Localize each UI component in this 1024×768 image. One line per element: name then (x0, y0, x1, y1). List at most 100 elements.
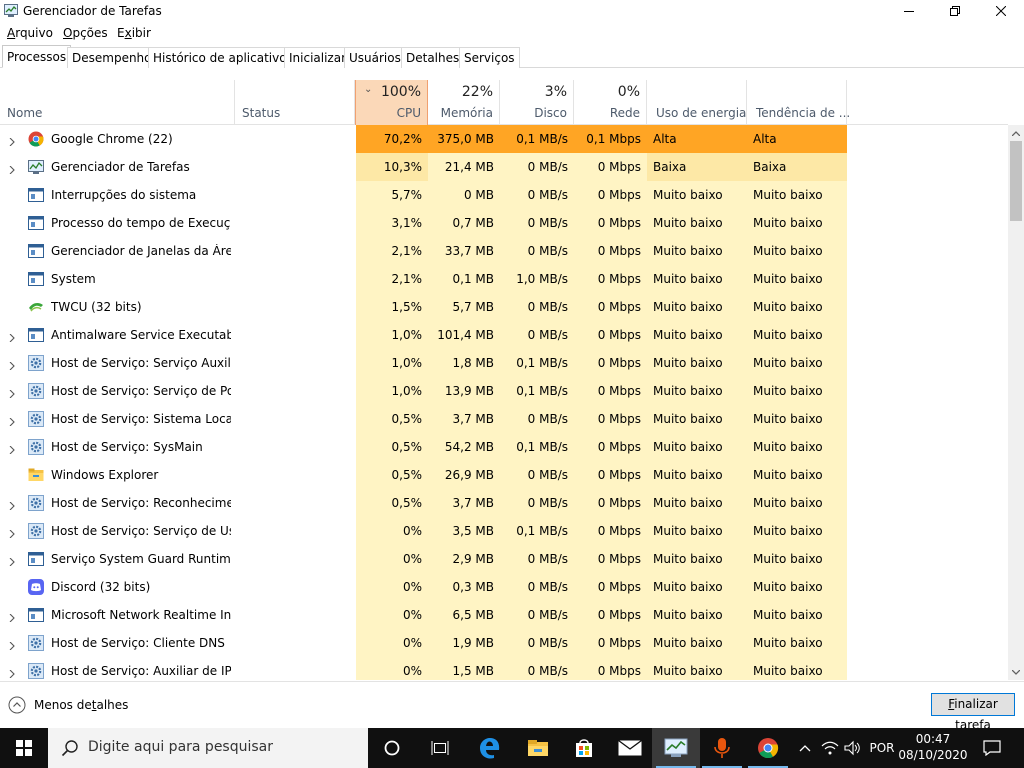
scroll-up-icon[interactable] (1008, 125, 1024, 141)
memory-cell: 2,9 MB (428, 545, 500, 573)
process-row[interactable]: Processo do tempo de Execuçã... 3,1% 0,7 M… (0, 209, 1008, 237)
column-status[interactable]: Status (235, 80, 355, 125)
process-row[interactable]: Host de Serviço: Sistema Local (... 0,5%3… (0, 405, 1008, 433)
maximize-button[interactable] (932, 0, 978, 22)
power-usage-cell: Muito baixo (647, 433, 747, 461)
chevron-right-icon[interactable] (9, 331, 15, 343)
tab-processes[interactable]: Processos (2, 45, 72, 68)
tab-startup[interactable]: Inicializar (284, 47, 352, 68)
start-button[interactable] (0, 728, 48, 768)
tab-details[interactable]: Detalhes (401, 47, 465, 68)
process-row[interactable]: Host de Serviço: Reconhecimen... 0,5%3,7 … (0, 489, 1008, 517)
memory-cell: 21,4 MB (428, 153, 500, 181)
less-details-link[interactable]: Menos detalhes (34, 698, 128, 712)
cpu-cell: 0,5% (356, 433, 428, 461)
folder-icon (28, 467, 44, 483)
scroll-thumb[interactable] (1010, 141, 1022, 221)
network-cell: 0 Mbps (574, 433, 647, 461)
vertical-scrollbar[interactable] (1008, 125, 1024, 680)
disk-cell: 0 MB/s (500, 237, 574, 265)
power-trend-cell: Muito baixo (747, 489, 847, 517)
chevron-right-icon[interactable] (9, 135, 15, 147)
task-view-button[interactable] (416, 728, 464, 768)
show-hidden-icons-button[interactable] (794, 728, 816, 768)
column-disk[interactable]: 3% Disco (500, 80, 574, 125)
edge-taskbar-button[interactable] (466, 728, 514, 768)
chevron-right-icon[interactable] (9, 163, 15, 175)
disk-cell: 0 MB/s (500, 629, 574, 657)
clock-time: 00:47 (915, 732, 951, 746)
network-cell: 0 Mbps (574, 461, 647, 489)
column-memory[interactable]: 22% Memória (428, 80, 500, 125)
column-power-usage[interactable]: Uso de energia (647, 80, 747, 125)
tab-services[interactable]: Serviços (459, 47, 520, 68)
process-row[interactable]: Windows Explorer 0,5% 26,9 MB 0 MB/s 0 Mbps M… (0, 461, 1008, 489)
column-cpu[interactable]: ⌄ 100% CPU (355, 80, 428, 125)
column-name[interactable]: Nome (0, 80, 235, 125)
store-taskbar-button[interactable] (560, 728, 608, 768)
taskbar-clock[interactable]: 00:47 08/10/2020 (898, 731, 968, 763)
menu-view[interactable]: Exibir (117, 26, 151, 40)
task-manager-taskbar-button[interactable] (652, 728, 700, 768)
power-trend-cell: Muito baixo (747, 237, 847, 265)
process-row[interactable]: Host de Serviço: Serviço Auxiliar... 1,0%… (0, 349, 1008, 377)
process-row[interactable]: Gerenciador de Tarefas 10,3% 21,4 MB 0 MB/s… (0, 153, 1008, 181)
process-row[interactable]: Host de Serviço: Cliente DNS 0% 1,9 MB 0 MB… (0, 629, 1008, 657)
memory-cell: 0,7 MB (428, 209, 500, 237)
chevron-right-icon[interactable] (9, 387, 15, 399)
mail-taskbar-button[interactable] (606, 728, 654, 768)
disk-cell: 0 MB/s (500, 461, 574, 489)
column-network[interactable]: 0% Rede (574, 80, 647, 125)
chevron-right-icon[interactable] (9, 639, 15, 651)
memory-cell: 3,7 MB (428, 489, 500, 517)
process-row[interactable]: Google Chrome (22) 70,2% 375,0 MB 0,1 MB/s 0… (0, 125, 1008, 153)
chevron-up-circle-icon[interactable] (8, 696, 26, 714)
chevron-right-icon[interactable] (9, 667, 15, 679)
process-row[interactable]: Gerenciador de Janelas da Área ... 2,1%33… (0, 237, 1008, 265)
process-row[interactable]: Microsoft Network Realtime Ins... 0% 6,5 M… (0, 601, 1008, 629)
gear-icon (28, 523, 44, 539)
voice-recorder-taskbar-button[interactable] (698, 728, 746, 768)
power-usage-cell: Muito baixo (647, 349, 747, 377)
chevron-right-icon[interactable] (9, 443, 15, 455)
action-center-button[interactable] (975, 728, 1009, 768)
chevron-right-icon[interactable] (9, 611, 15, 623)
process-row[interactable]: Serviço System Guard Runtime ... 0%2,9 MB… (0, 545, 1008, 573)
chevron-right-icon[interactable] (9, 415, 15, 427)
network-tray-button[interactable] (818, 728, 842, 768)
tab-app-history[interactable]: Histórico de aplicativos (148, 47, 298, 68)
menu-file[interactable]: Arquivo (7, 26, 53, 40)
scroll-down-icon[interactable] (1008, 664, 1024, 680)
disk-cell: 0,1 MB/s (500, 125, 574, 153)
chrome-taskbar-button[interactable] (744, 728, 792, 768)
chevron-right-icon[interactable] (9, 499, 15, 511)
sort-down-icon: ⌄ (364, 84, 373, 95)
process-row[interactable]: Host de Serviço: Serviço de Polít... 1,0%… (0, 377, 1008, 405)
taskbar-search-box[interactable]: Digite aqui para pesquisar (48, 728, 368, 768)
close-button[interactable] (978, 0, 1024, 22)
chevron-right-icon[interactable] (9, 527, 15, 539)
disk-cell: 0,1 MB/s (500, 517, 574, 545)
process-row[interactable]: Antimalware Service Executable 1,0% 101,4 … (0, 321, 1008, 349)
column-power-trend[interactable]: Tendência de ... (747, 80, 850, 125)
process-row[interactable]: TWCU (32 bits) 1,5% 5,7 MB 0 MB/s 0 Mbps Muit… (0, 293, 1008, 321)
process-row[interactable]: Discord (32 bits) 0% 0,3 MB 0 MB/s 0 Mbps Mui… (0, 573, 1008, 601)
end-task-button[interactable]: Finalizar tarefa (931, 693, 1015, 732)
file-explorer-taskbar-button[interactable] (514, 728, 562, 768)
process-row[interactable]: Host de Serviço: Auxiliar de IP 0% 1,5 MB 0… (0, 657, 1008, 680)
power-usage-cell: Muito baixo (647, 237, 747, 265)
process-row[interactable]: System 2,1% 0,1 MB 1,0 MB/s 0 Mbps Muito baix… (0, 265, 1008, 293)
volume-tray-button[interactable] (842, 728, 864, 768)
cortana-button[interactable] (368, 728, 416, 768)
chevron-right-icon[interactable] (9, 555, 15, 567)
chevron-right-icon[interactable] (9, 359, 15, 371)
tab-users[interactable]: Usuários (344, 47, 406, 68)
tab-performance[interactable]: Desempenho (67, 47, 157, 68)
process-row[interactable]: Host de Serviço: SysMain 0,5% 54,2 MB 0,1 M… (0, 433, 1008, 461)
window-title: Gerenciador de Tarefas (23, 4, 162, 18)
language-indicator[interactable]: POR (866, 728, 898, 768)
menu-options[interactable]: Opções (63, 26, 108, 40)
minimize-button[interactable] (886, 0, 932, 22)
process-row[interactable]: Interrupções do sistema 5,7% 0 MB 0 MB/s 0 M… (0, 181, 1008, 209)
process-row[interactable]: Host de Serviço: Serviço de Usu... 0%3,5 … (0, 517, 1008, 545)
